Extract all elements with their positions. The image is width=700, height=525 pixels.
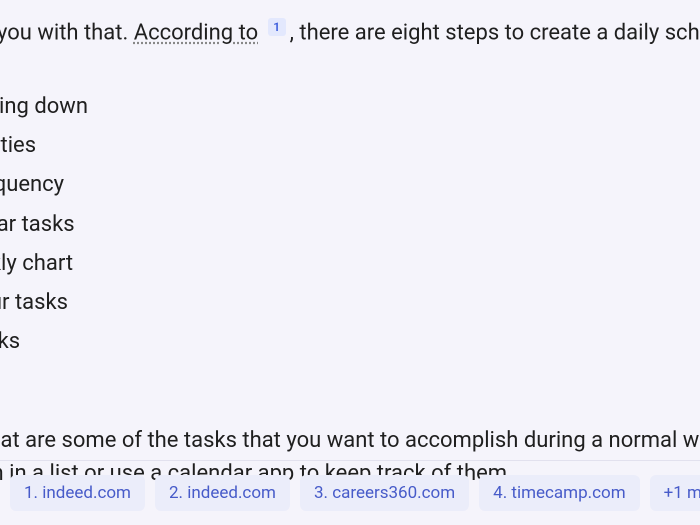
steps-list: erything down priorities e frequency sim… [0, 87, 700, 400]
source-chip-more[interactable]: +1 more [650, 475, 700, 511]
source-chip[interactable]: 3. careers360.com [300, 475, 469, 511]
source-link-phrase[interactable]: According to [134, 20, 258, 45]
source-chip[interactable]: 1. indeed.com [10, 475, 145, 511]
list-item: xible [0, 361, 700, 400]
list-item: weekly chart [0, 244, 700, 283]
list-item: e your tasks [0, 283, 700, 322]
list-item: e tasks [0, 322, 700, 361]
list-item: priorities [0, 126, 700, 165]
sources-bar: 1. indeed.com 2. indeed.com 3. careers36… [0, 460, 700, 511]
source-chip[interactable]: 2. indeed.com [155, 475, 290, 511]
intro-text: help you with that. According to 1, ther… [0, 18, 700, 49]
response-body: help you with that. According to 1, ther… [0, 0, 700, 490]
list-item: similar tasks [0, 205, 700, 244]
citation-badge[interactable]: 1 [268, 18, 286, 36]
intro-suffix: , there are eight steps to create a dail… [290, 20, 700, 45]
list-item: e frequency [0, 165, 700, 204]
list-item: erything down [0, 87, 700, 126]
source-chip[interactable]: 4. timecamp.com [479, 475, 639, 511]
followup-text-line1: h, what are some of the tasks that you w… [0, 424, 700, 457]
intro-prefix: help you with that. [0, 20, 134, 45]
